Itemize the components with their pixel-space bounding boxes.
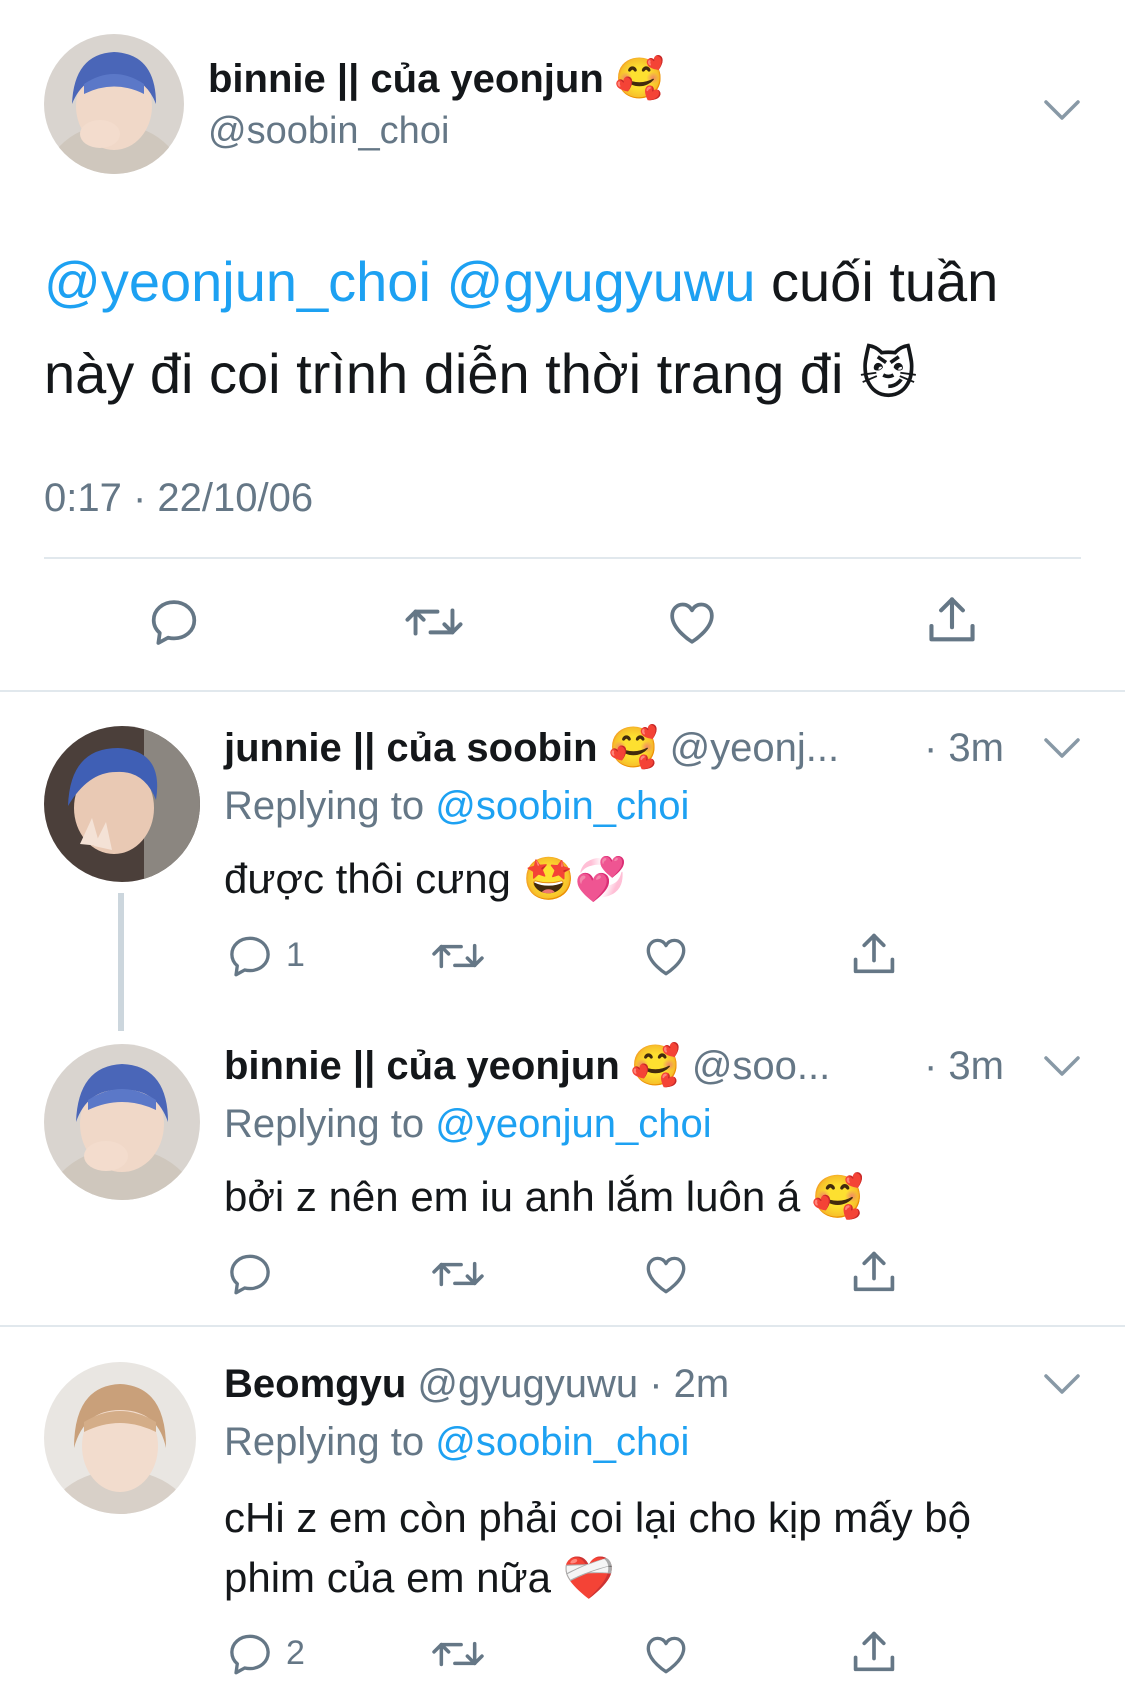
avatar[interactable] <box>44 1362 196 1514</box>
emoji: 🥰 <box>630 1043 681 1089</box>
share-button[interactable] <box>844 924 904 984</box>
like-button[interactable] <box>662 592 722 652</box>
share-button[interactable] <box>844 1622 904 1682</box>
tweet-text: cHi z em còn phải coi lại cho kịp mấy bộ… <box>224 1488 1104 1608</box>
retweet-button[interactable] <box>404 592 464 652</box>
retweet-icon <box>432 1641 484 1667</box>
divider <box>0 690 1125 692</box>
reply-button[interactable] <box>222 926 278 986</box>
display-name[interactable]: Beomgyu <box>224 1362 406 1406</box>
avatar[interactable] <box>44 726 200 882</box>
like-icon <box>646 1256 686 1294</box>
reply-count: 2 <box>286 1634 305 1672</box>
share-icon <box>853 1631 895 1672</box>
replying-to-label: Replying to <box>224 1102 436 1146</box>
tweet-text: @yeonjun_choi @gyugyuwu cuối tuần này đi… <box>44 236 1084 421</box>
tweet-text: bởi z nên em iu anh lắm luôn á <box>224 1173 801 1220</box>
mention-link[interactable]: @yeonjun_choi <box>44 250 431 313</box>
share-icon <box>853 1251 895 1292</box>
like-button[interactable] <box>636 1244 696 1304</box>
mention-link[interactable]: @gyugyuwu <box>446 250 755 313</box>
divider <box>44 557 1081 559</box>
retweet-icon <box>405 608 463 636</box>
display-name[interactable]: binnie || của yeonjun <box>208 57 604 101</box>
handle[interactable]: @yeonj... <box>670 726 840 770</box>
reply-button[interactable] <box>222 1244 278 1304</box>
share-icon <box>929 597 975 642</box>
timestamp[interactable]: · 2m <box>649 1362 729 1406</box>
display-name[interactable]: junnie || của soobin <box>224 726 598 770</box>
timestamp[interactable]: 0:17 · 22/10/06 <box>44 470 313 526</box>
avatar[interactable] <box>44 1044 200 1200</box>
chevron-down-icon[interactable] <box>1042 98 1082 122</box>
retweet-icon <box>432 943 484 969</box>
chevron-down-icon[interactable] <box>1042 1054 1082 1078</box>
emoji: 🥰 <box>614 56 665 102</box>
like-button[interactable] <box>636 1624 696 1684</box>
thread-line <box>118 893 124 1031</box>
emoji: ❤️‍🩹 <box>562 1553 615 1602</box>
reply-button[interactable] <box>144 592 204 652</box>
emoji: 🥰 <box>811 1172 865 1221</box>
divider <box>0 1325 1125 1327</box>
retweet-button[interactable] <box>428 1624 488 1684</box>
emoji: 😼 <box>858 342 918 407</box>
reply-icon <box>230 1254 270 1295</box>
handle[interactable]: @gyugyuwu <box>417 1362 638 1406</box>
chevron-down-icon[interactable] <box>1042 736 1082 760</box>
share-button[interactable] <box>922 590 982 650</box>
retweet-icon <box>432 1261 484 1287</box>
mention-link[interactable]: @soobin_choi <box>435 1420 689 1464</box>
timestamp[interactable]: · 3m <box>924 722 1004 774</box>
mention-link[interactable]: @soobin_choi <box>435 784 689 828</box>
reply-icon <box>230 1634 270 1675</box>
timestamp[interactable]: · 3m <box>924 1040 1004 1092</box>
reply-button[interactable] <box>222 1624 278 1684</box>
emoji: 🥰 <box>608 725 659 771</box>
like-button[interactable] <box>636 926 696 986</box>
tweet-text: được thôi cưng <box>224 855 511 902</box>
avatar[interactable] <box>44 34 184 174</box>
mention-link[interactable]: @yeonjun_choi <box>435 1102 711 1146</box>
share-icon <box>853 933 895 974</box>
tweet-text-segment: cuối tuần <box>755 250 999 313</box>
like-icon <box>670 602 714 644</box>
replying-to-label: Replying to <box>224 784 436 828</box>
replying-to-label: Replying to <box>224 1420 436 1464</box>
tweet-text-line: phim của em nữa <box>224 1554 551 1601</box>
display-name[interactable]: binnie || của yeonjun <box>224 1044 620 1088</box>
like-icon <box>646 938 686 976</box>
emoji: 🤩💞 <box>522 854 628 903</box>
reply-count: 1 <box>286 936 305 974</box>
share-button[interactable] <box>844 1242 904 1302</box>
retweet-button[interactable] <box>428 1244 488 1304</box>
handle[interactable]: @soo... <box>692 1044 830 1088</box>
like-icon <box>646 1636 686 1674</box>
reply-icon <box>230 936 270 977</box>
handle[interactable]: @soobin_choi <box>208 108 449 154</box>
tweet-text-segment: này đi coi trình diễn thời trang đi <box>44 342 844 405</box>
reply-icon <box>151 600 197 645</box>
tweet-text-line: cHi z em còn phải coi lại cho kịp mấy bộ <box>224 1494 971 1541</box>
chevron-down-icon[interactable] <box>1042 1372 1082 1396</box>
retweet-button[interactable] <box>428 926 488 986</box>
